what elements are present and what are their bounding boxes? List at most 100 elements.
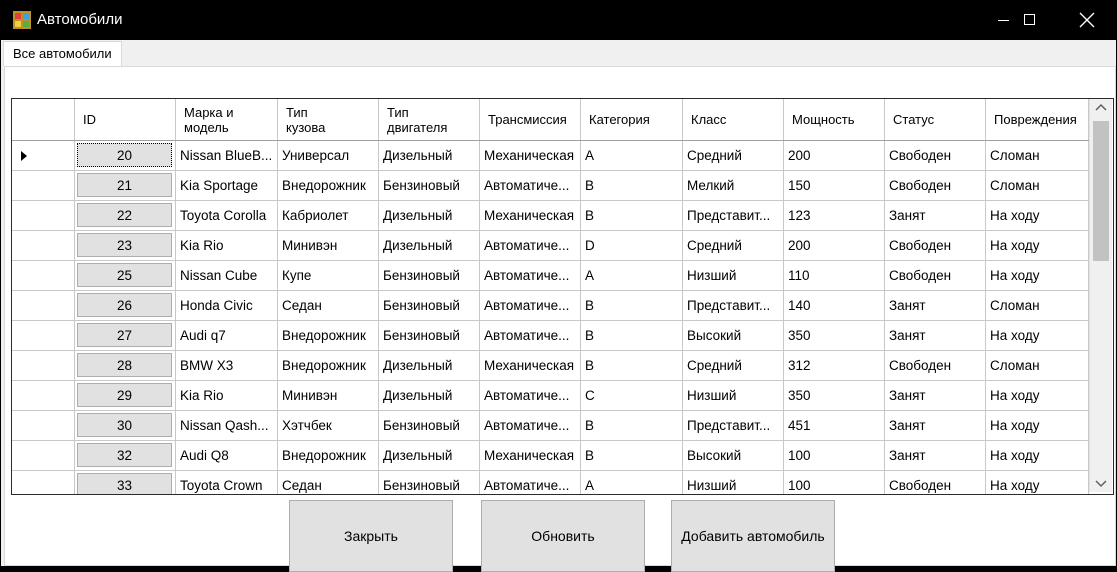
cell-transmission[interactable]: Автоматиче... — [480, 231, 581, 261]
cell-transmission[interactable]: Механическая — [480, 141, 581, 171]
cell-damage[interactable]: На ходу — [986, 231, 1089, 261]
row-header[interactable] — [12, 141, 75, 171]
cell-body-type[interactable]: Универсал — [278, 141, 379, 171]
row-header[interactable] — [12, 321, 75, 351]
cell-brand-model[interactable]: Kia Rio — [176, 381, 278, 411]
cell-brand-model[interactable]: Nissan Cube — [176, 261, 278, 291]
cell-damage[interactable]: Сломан — [986, 291, 1089, 321]
cell-category[interactable]: B — [581, 171, 683, 201]
tab-all-cars[interactable]: Все автомобили — [3, 41, 122, 66]
cell-category[interactable]: C — [581, 381, 683, 411]
scroll-thumb[interactable] — [1093, 121, 1109, 261]
cell-engine-type[interactable]: Дизельный — [379, 381, 480, 411]
cell-power[interactable]: 100 — [784, 441, 885, 471]
cell-id[interactable]: 20 — [75, 141, 176, 171]
cell-status[interactable]: Занят — [885, 201, 986, 231]
table-row[interactable]: 21 Kia Sportage Внедорожник Бензиновый Автом… — [12, 171, 1089, 201]
cell-power[interactable]: 350 — [784, 381, 885, 411]
column-header-damage[interactable]: Повреждения — [986, 99, 1089, 140]
cell-power[interactable]: 312 — [784, 351, 885, 381]
row-header[interactable] — [12, 441, 75, 471]
cell-transmission[interactable]: Автоматиче... — [480, 261, 581, 291]
cell-brand-model[interactable]: Nissan BlueB... — [176, 141, 278, 171]
table-row[interactable]: 26 Honda Civic Седан Бензиновый Автоматиче..… — [12, 291, 1089, 321]
cell-class[interactable]: Высокий — [683, 321, 784, 351]
id-cell-button[interactable]: 30 — [77, 413, 172, 437]
id-cell-button[interactable]: 25 — [77, 263, 172, 287]
cell-id[interactable]: 32 — [75, 441, 176, 471]
cell-power[interactable]: 451 — [784, 411, 885, 441]
cell-transmission[interactable]: Механическая — [480, 441, 581, 471]
cell-status[interactable]: Занят — [885, 411, 986, 441]
table-row[interactable]: 32 Audi Q8 Внедорожник Дизельный Механическа… — [12, 441, 1089, 471]
cell-status[interactable]: Занят — [885, 291, 986, 321]
table-row[interactable]: 25 Nissan Cube Купе Бензиновый Автоматиче...… — [12, 261, 1089, 291]
close-button[interactable]: Закрыть — [289, 500, 453, 572]
cell-power[interactable]: 200 — [784, 231, 885, 261]
cell-status[interactable]: Свободен — [885, 141, 986, 171]
close-window-button[interactable] — [1063, 0, 1109, 40]
cell-class[interactable]: Низший — [683, 261, 784, 291]
column-header-brand-model[interactable]: Марка и модель — [176, 99, 278, 140]
cell-transmission[interactable]: Автоматиче... — [480, 171, 581, 201]
cell-damage[interactable]: На ходу — [986, 261, 1089, 291]
cell-body-type[interactable]: Седан — [278, 471, 379, 494]
cell-brand-model[interactable]: BMW X3 — [176, 351, 278, 381]
column-header-id[interactable]: ID — [75, 99, 176, 140]
cell-damage[interactable]: На ходу — [986, 321, 1089, 351]
cell-id[interactable]: 21 — [75, 171, 176, 201]
cell-id[interactable]: 25 — [75, 261, 176, 291]
cell-class[interactable]: Мелкий — [683, 171, 784, 201]
cell-id[interactable]: 22 — [75, 201, 176, 231]
id-cell-button[interactable]: 23 — [77, 233, 172, 257]
column-header-status[interactable]: Статус — [885, 99, 986, 140]
maximize-button[interactable] — [1006, 0, 1052, 40]
table-row[interactable]: 27 Audi q7 Внедорожник Бензиновый Автоматиче… — [12, 321, 1089, 351]
cell-status[interactable]: Свободен — [885, 261, 986, 291]
id-cell-button[interactable]: 22 — [77, 203, 172, 227]
cell-class[interactable]: Средний — [683, 141, 784, 171]
cell-transmission[interactable]: Автоматиче... — [480, 381, 581, 411]
cell-brand-model[interactable]: Kia Rio — [176, 231, 278, 261]
id-cell-button[interactable]: 27 — [77, 323, 172, 347]
cell-transmission[interactable]: Автоматиче... — [480, 291, 581, 321]
cell-body-type[interactable]: Минивэн — [278, 231, 379, 261]
table-row[interactable]: 22 Toyota Corolla Кабриолет Дизельный Механи… — [12, 201, 1089, 231]
cell-class[interactable]: Представит... — [683, 411, 784, 441]
cell-engine-type[interactable]: Бензиновый — [379, 261, 480, 291]
cell-id[interactable]: 27 — [75, 321, 176, 351]
cell-power[interactable]: 110 — [784, 261, 885, 291]
cell-class[interactable]: Средний — [683, 351, 784, 381]
column-header-body-type[interactable]: Тип кузова — [278, 99, 379, 140]
cell-transmission[interactable]: Механическая — [480, 351, 581, 381]
cell-brand-model[interactable]: Honda Civic — [176, 291, 278, 321]
cell-id[interactable]: 30 — [75, 411, 176, 441]
cell-class[interactable]: Средний — [683, 231, 784, 261]
cell-damage[interactable]: Сломан — [986, 351, 1089, 381]
cell-brand-model[interactable]: Toyota Corolla — [176, 201, 278, 231]
cell-class[interactable]: Представит... — [683, 291, 784, 321]
cell-brand-model[interactable]: Audi q7 — [176, 321, 278, 351]
cell-status[interactable]: Занят — [885, 381, 986, 411]
column-header-transmission[interactable]: Трансмиссия — [480, 99, 581, 140]
cell-engine-type[interactable]: Бензиновый — [379, 471, 480, 494]
row-header[interactable] — [12, 171, 75, 201]
cars-grid[interactable]: ID Марка и модель Тип кузова Тип двигателя Т… — [11, 98, 1114, 495]
cell-engine-type[interactable]: Дизельный — [379, 351, 480, 381]
cell-damage[interactable]: Сломан — [986, 141, 1089, 171]
table-row[interactable]: 29 Kia Rio Минивэн Дизельный Автоматиче... C Н… — [12, 381, 1089, 411]
cell-engine-type[interactable]: Дизельный — [379, 441, 480, 471]
row-header[interactable] — [12, 471, 75, 494]
cell-damage[interactable]: На ходу — [986, 381, 1089, 411]
cell-body-type[interactable]: Хэтчбек — [278, 411, 379, 441]
cell-power[interactable]: 200 — [784, 141, 885, 171]
table-row[interactable]: 28 BMW X3 Внедорожник Дизельный Механическая… — [12, 351, 1089, 381]
cell-power[interactable]: 140 — [784, 291, 885, 321]
cell-id[interactable]: 33 — [75, 471, 176, 494]
cell-category[interactable]: D — [581, 231, 683, 261]
refresh-button[interactable]: Обновить — [481, 500, 645, 572]
id-cell-button[interactable]: 26 — [77, 293, 172, 317]
cell-engine-type[interactable]: Бензиновый — [379, 411, 480, 441]
row-header[interactable] — [12, 231, 75, 261]
cell-power[interactable]: 100 — [784, 471, 885, 494]
